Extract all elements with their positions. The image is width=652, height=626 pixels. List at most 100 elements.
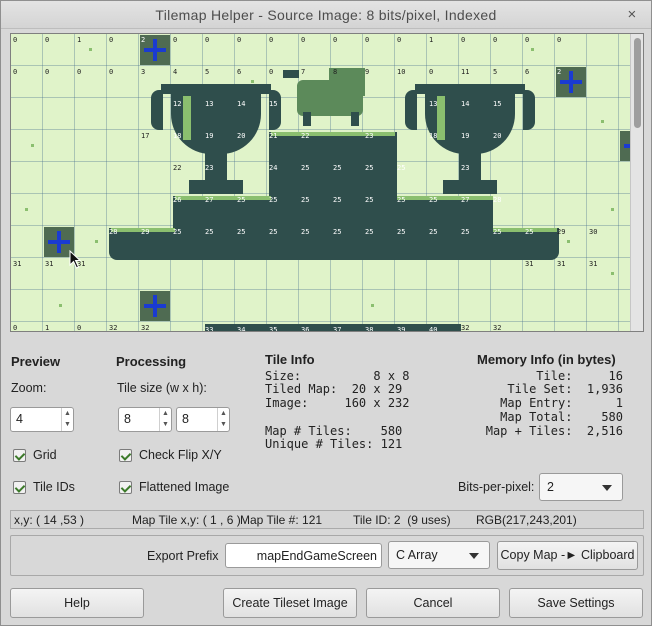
tile-id-label: 0 bbox=[269, 68, 274, 76]
tile-id-label: 25 bbox=[333, 164, 342, 172]
flattened-image-checkbox[interactable] bbox=[119, 481, 132, 494]
tile-grid[interactable]: 0 0 1 0 2 0 0 0 0 0 0 0 0 1 0 0 0 0 0 0 … bbox=[11, 34, 643, 332]
copy-map-button[interactable]: Copy Map -► Clipboard bbox=[497, 541, 638, 570]
bg-dot bbox=[567, 240, 570, 243]
tile-id-label: 31 bbox=[525, 260, 534, 268]
tile-id-label: 35 bbox=[269, 326, 278, 332]
grid-checkbox[interactable] bbox=[13, 449, 26, 462]
tile-id-label: 29 bbox=[141, 228, 150, 236]
close-icon[interactable]: × bbox=[625, 1, 639, 29]
tile-id-label: 31 bbox=[13, 260, 22, 268]
status-bar: x,y: ( 14 ,53 ) Map Tile x,y: ( 1 , 6 ) … bbox=[10, 510, 644, 529]
bg-dot bbox=[251, 80, 254, 83]
preview-header: Preview bbox=[11, 354, 61, 369]
tile-info-line: Tiled Map: 20 x 29 bbox=[265, 382, 403, 396]
tile-id-label: 0 bbox=[45, 68, 50, 76]
tile-id-label: 0 bbox=[77, 68, 82, 76]
tilemap-helper-window: Tilemap Helper - Source Image: 8 bits/pi… bbox=[0, 0, 652, 626]
tile-id-label: 25 bbox=[205, 228, 214, 236]
memory-info-line: Map Entry: 1 bbox=[500, 396, 623, 410]
tile-id-label: 32 bbox=[461, 324, 470, 332]
tile-id-label: 31 bbox=[45, 260, 54, 268]
bg-dot bbox=[25, 208, 28, 211]
tile-id-label: 8 bbox=[333, 68, 338, 76]
tile-id-label: 27 bbox=[461, 196, 470, 204]
vertical-scrollbar[interactable] bbox=[630, 34, 643, 331]
tilemap-preview[interactable]: 0 0 1 0 2 0 0 0 0 0 0 0 0 1 0 0 0 0 0 0 … bbox=[10, 33, 644, 332]
tile-id-label: 23 bbox=[461, 164, 470, 172]
tile-id-label: 31 bbox=[589, 260, 598, 268]
memory-info-header: Memory Info (in bytes) bbox=[477, 352, 616, 367]
spin-arrows-icon[interactable]: ▲ ▼ bbox=[61, 408, 73, 431]
tile-size-label: Tile size (w x h): bbox=[117, 381, 207, 395]
tile-height-value: 8 bbox=[182, 412, 189, 426]
window-title: Tilemap Helper - Source Image: 8 bits/pi… bbox=[155, 7, 497, 23]
tile-id-label: 0 bbox=[205, 36, 210, 44]
tile-height-spinbox[interactable]: 8 ▲ ▼ bbox=[176, 407, 230, 432]
export-prefix-input[interactable]: mapEndGameScreen bbox=[225, 543, 382, 568]
tile-id-label: 32 bbox=[493, 324, 502, 332]
check-flip-label: Check Flip X/Y bbox=[139, 448, 222, 462]
create-tileset-image-button[interactable]: Create Tileset Image bbox=[223, 588, 357, 618]
bg-dot bbox=[601, 120, 604, 123]
tile-id-label: 25 bbox=[525, 228, 534, 236]
save-settings-button[interactable]: Save Settings bbox=[509, 588, 643, 618]
tile-id-label: 0 bbox=[13, 36, 18, 44]
tile-id-label: 25 bbox=[397, 228, 406, 236]
tile-id-label: 0 bbox=[109, 68, 114, 76]
tile-id-label: 25 bbox=[429, 228, 438, 236]
tile-id-label: 28 bbox=[109, 228, 118, 236]
tile-id-label: 7 bbox=[301, 68, 306, 76]
spin-arrows-icon[interactable]: ▲ ▼ bbox=[159, 408, 171, 431]
tile-id-label: 0 bbox=[429, 68, 434, 76]
tile-id-label: 25 bbox=[269, 228, 278, 236]
left-trophy-handle-right bbox=[269, 90, 281, 130]
tile-id-label: 2 bbox=[557, 68, 562, 76]
bits-per-pixel-select[interactable]: 2 bbox=[539, 473, 623, 501]
tile-id-label: 14 bbox=[237, 100, 246, 108]
bits-per-pixel-label: Bits-per-pixel: bbox=[458, 480, 535, 494]
tile-width-spinbox[interactable]: 8 ▲ ▼ bbox=[118, 407, 172, 432]
right-trophy-base bbox=[443, 180, 497, 194]
tile-id-label: 25 bbox=[333, 196, 342, 204]
tile-id-label: 25 bbox=[397, 164, 406, 172]
bg-dot bbox=[371, 304, 374, 307]
tile-id-label: 25 bbox=[301, 228, 310, 236]
tile-id-label: 26 bbox=[173, 196, 182, 204]
tile-id-label: 9 bbox=[365, 68, 370, 76]
tile-id-label: 25 bbox=[429, 196, 438, 204]
right-trophy-shine bbox=[437, 96, 445, 140]
tile-id-label: 0 bbox=[13, 324, 18, 332]
tile-id-label: 38 bbox=[365, 326, 374, 332]
tile-width-value: 8 bbox=[124, 412, 131, 426]
cancel-button[interactable]: Cancel bbox=[366, 588, 500, 618]
cat-leg bbox=[303, 112, 311, 126]
tile-id-label: 0 bbox=[461, 36, 466, 44]
tile-id-label: 33 bbox=[205, 326, 214, 332]
tile-id-label: 0 bbox=[365, 36, 370, 44]
processing-header: Processing bbox=[116, 354, 187, 369]
tile-id-label: 15 bbox=[269, 100, 278, 108]
help-button[interactable]: Help bbox=[10, 588, 144, 618]
tile-id-label: 0 bbox=[301, 36, 306, 44]
tile-id-label: 25 bbox=[301, 164, 310, 172]
spin-arrows-icon[interactable]: ▲ ▼ bbox=[217, 408, 229, 431]
tile-id-label: 25 bbox=[493, 228, 502, 236]
tile-id-label: 0 bbox=[557, 36, 562, 44]
tile-id-label: 40 bbox=[429, 326, 438, 332]
tile-id-label: 13 bbox=[429, 100, 438, 108]
export-format-select[interactable]: C Array bbox=[388, 541, 490, 569]
check-flip-checkbox[interactable] bbox=[119, 449, 132, 462]
tile-ids-checkbox[interactable] bbox=[13, 481, 26, 494]
scrollbar-thumb[interactable] bbox=[634, 38, 641, 128]
tile-id-label: 0 bbox=[493, 36, 498, 44]
zoom-spinbox[interactable]: 4 ▲ ▼ bbox=[10, 407, 74, 432]
memory-info-line: Map + Tiles: 2,516 bbox=[485, 424, 623, 438]
export-format-value: C Array bbox=[396, 548, 438, 562]
status-map-tile-number: Map Tile #: 121 bbox=[240, 513, 323, 527]
tile-id-label: 25 bbox=[397, 196, 406, 204]
tile-id-label: 25 bbox=[365, 228, 374, 236]
chevron-down-icon bbox=[469, 553, 479, 559]
zoom-label: Zoom: bbox=[11, 381, 47, 395]
tile-id-label: 0 bbox=[173, 36, 178, 44]
